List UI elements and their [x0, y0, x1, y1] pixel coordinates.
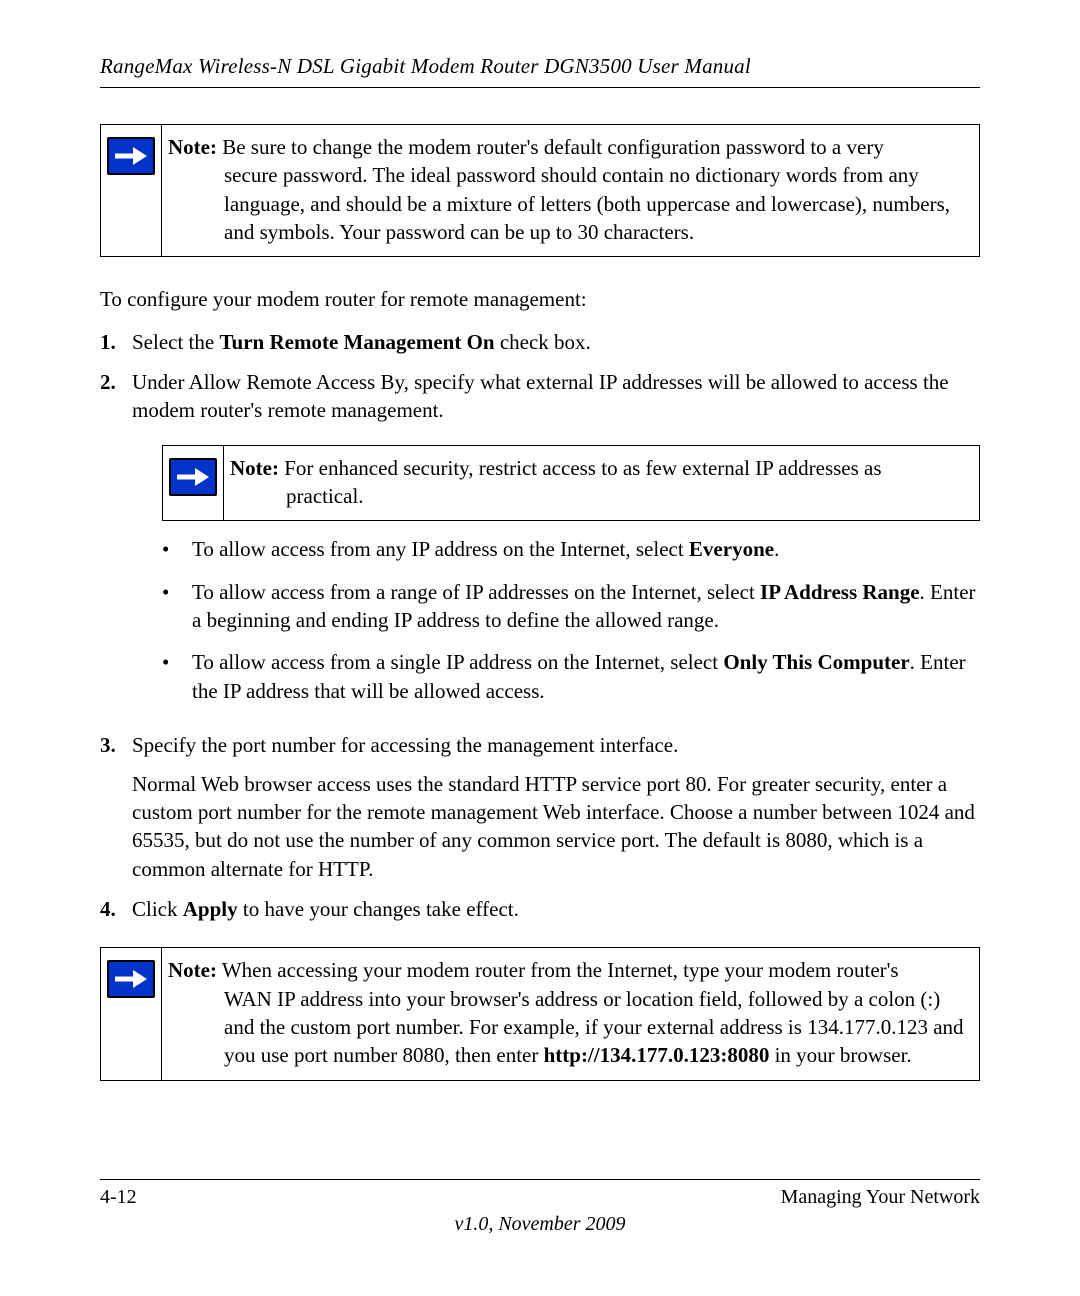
list-item: • To allow access from any IP address on…: [162, 535, 980, 563]
bullet-icon: •: [162, 535, 192, 563]
bullet-pre: To allow access from any IP address on t…: [192, 537, 689, 561]
note-text-rest: practical.: [230, 482, 882, 510]
note-icon-cell: [101, 125, 162, 256]
bullet-post: .: [774, 537, 779, 561]
step-text-pre: Select the: [132, 330, 219, 354]
step-2: 2. Under Allow Remote Access By, specify…: [100, 368, 980, 719]
note-label: Note:: [168, 135, 217, 159]
bullet-pre: To allow access from a range of IP addre…: [192, 580, 760, 604]
note-text-rest: secure password. The ideal password shou…: [168, 161, 969, 246]
step-text-bold: Turn Remote Management On: [219, 330, 494, 354]
note-text-line1: When accessing your modem router from th…: [217, 958, 899, 982]
step-text-post: check box.: [495, 330, 591, 354]
bullet-list: • To allow access from any IP address on…: [162, 535, 980, 705]
bullet-bold: Everyone: [689, 537, 774, 561]
section-title: Managing Your Network: [781, 1186, 980, 1209]
bullet-icon: •: [162, 648, 192, 705]
note-text-bold-url: http://134.177.0.123:8080: [544, 1043, 770, 1067]
intro-paragraph: To configure your modem router for remot…: [100, 285, 980, 313]
step-1: 1. Select the Turn Remote Management On …: [100, 328, 980, 356]
note-label: Note:: [168, 958, 217, 982]
bullet-bold: IP Address Range: [760, 580, 919, 604]
version-line: v1.0, November 2009: [100, 1213, 980, 1236]
bullet-pre: To allow access from a single IP address…: [192, 650, 723, 674]
steps-list: 1. Select the Turn Remote Management On …: [100, 328, 980, 924]
bullet-icon: •: [162, 578, 192, 635]
step-text-post: to have your changes take effect.: [238, 897, 519, 921]
note-box-password: Note: Be sure to change the modem router…: [100, 124, 980, 257]
footer-rule: [100, 1179, 980, 1180]
bullet-bold: Only This Computer: [723, 650, 909, 674]
step-3: 3. Specify the port number for accessing…: [100, 731, 980, 883]
page-number: 4-12: [100, 1186, 137, 1209]
note-box-restrict: Note: For enhanced security, restrict ac…: [162, 445, 980, 522]
step-number: 2.: [100, 368, 132, 719]
note-text-line1: For enhanced security, restrict access t…: [279, 456, 882, 480]
step-text: Specify the port number for accessing th…: [132, 733, 678, 757]
note-text-rest-post: in your browser.: [769, 1043, 911, 1067]
footer: 4-12 Managing Your Network v1.0, Novembe…: [100, 1179, 980, 1236]
note-text: Note: When accessing your modem router f…: [162, 948, 979, 1079]
note-box-url: Note: When accessing your modem router f…: [100, 947, 980, 1080]
header-rule: [100, 87, 980, 88]
list-item: • To allow access from a single IP addre…: [162, 648, 980, 705]
page: RangeMax Wireless-N DSL Gigabit Modem Ro…: [0, 0, 1080, 1296]
note-text-line1: Be sure to change the modem router's def…: [217, 135, 884, 159]
step-4: 4. Click Apply to have your changes take…: [100, 895, 980, 923]
note-text: Note: For enhanced security, restrict ac…: [224, 446, 892, 521]
step-paragraph: Normal Web browser access uses the stand…: [132, 770, 980, 883]
note-text: Note: Be sure to change the modem router…: [162, 125, 979, 256]
step-text-bold: Apply: [183, 897, 238, 921]
arrow-right-icon: [169, 458, 217, 496]
note-label: Note:: [230, 456, 279, 480]
note-icon-cell: [101, 948, 162, 1079]
step-number: 4.: [100, 895, 132, 923]
arrow-right-icon: [107, 960, 155, 998]
step-text-pre: Click: [132, 897, 183, 921]
running-header: RangeMax Wireless-N DSL Gigabit Modem Ro…: [100, 54, 980, 79]
arrow-right-icon: [107, 137, 155, 175]
step-text: Under Allow Remote Access By, specify wh…: [132, 370, 949, 422]
step-number: 1.: [100, 328, 132, 356]
step-number: 3.: [100, 731, 132, 883]
list-item: • To allow access from a range of IP add…: [162, 578, 980, 635]
note-icon-cell: [163, 446, 224, 521]
